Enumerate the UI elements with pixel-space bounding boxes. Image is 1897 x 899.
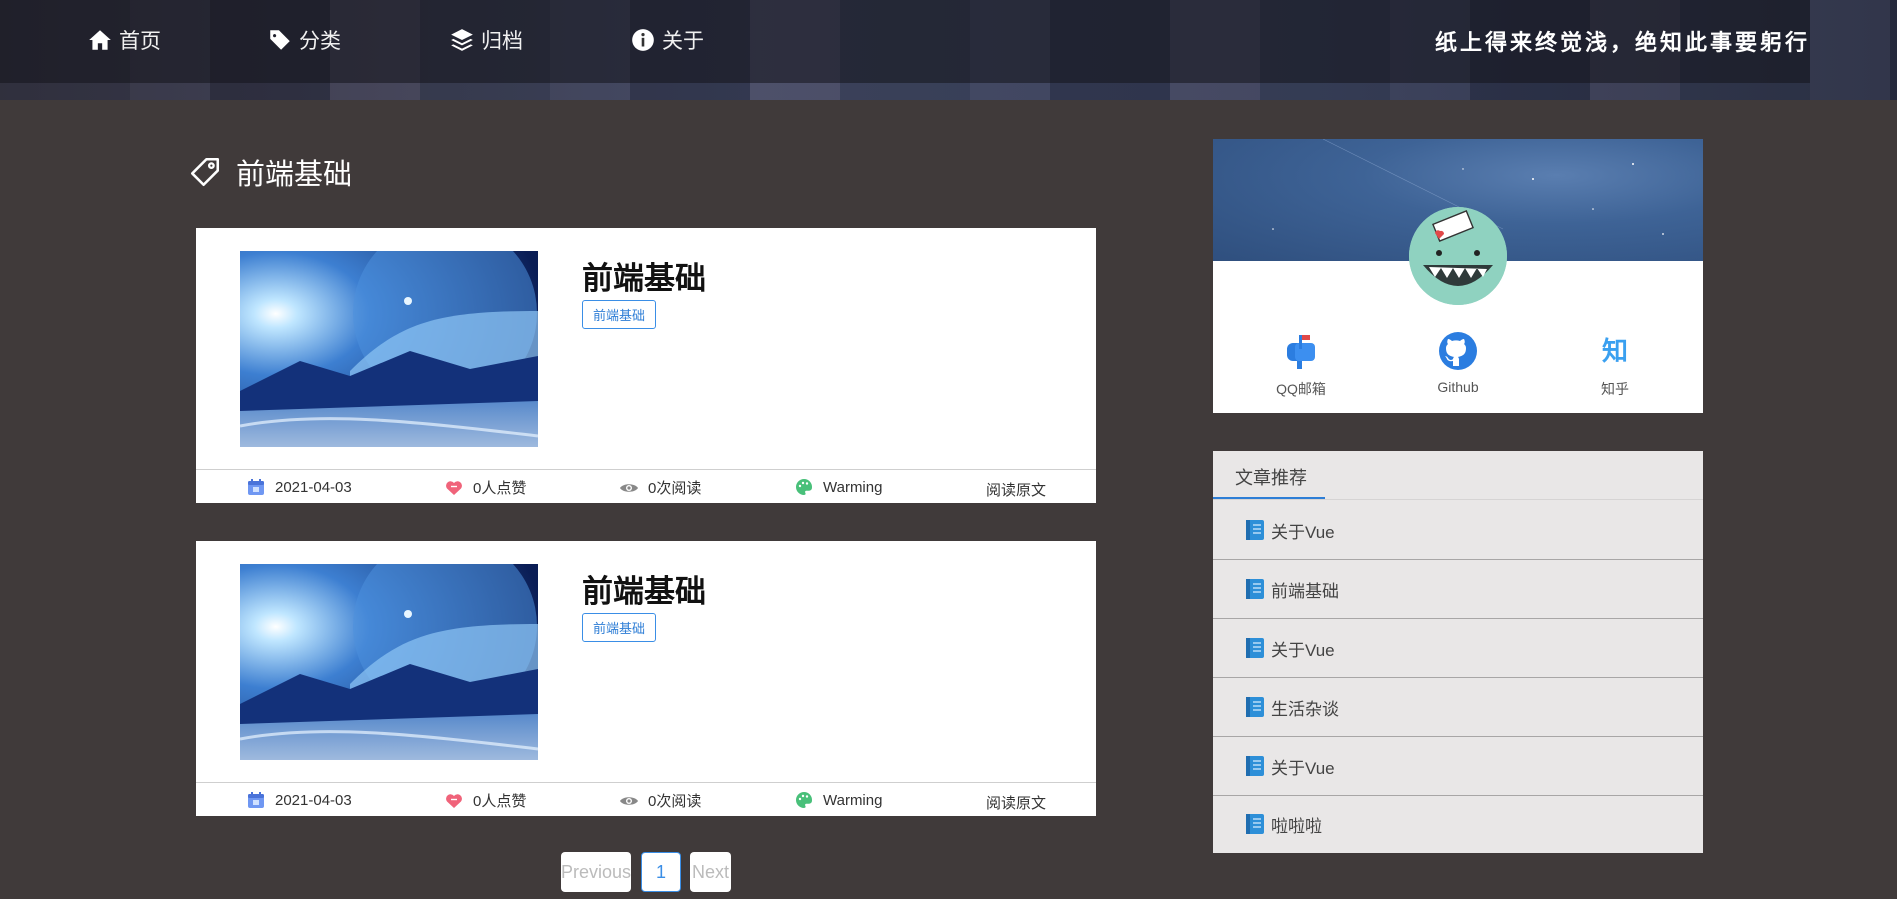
recommend-item[interactable]: 关于Vue bbox=[1213, 737, 1703, 796]
meta-likes[interactable]: 0人点赞 bbox=[444, 790, 526, 811]
meta-theme-text: Warming bbox=[823, 478, 883, 496]
palette-icon bbox=[796, 478, 813, 495]
recommend-item[interactable]: 关于Vue bbox=[1213, 501, 1703, 560]
social-github-label: Github bbox=[1437, 379, 1479, 395]
recommend-item[interactable]: 关于Vue bbox=[1213, 619, 1703, 678]
meta-views-text: 0次阅读 bbox=[648, 793, 702, 810]
nav-archive-label: 归档 bbox=[481, 30, 523, 53]
recommend-header: 文章推荐 bbox=[1213, 451, 1703, 500]
recommend-item-label: 啦啦啦 bbox=[1271, 816, 1322, 836]
recommend-item[interactable]: 啦啦啦 bbox=[1213, 795, 1703, 853]
nav-home-label: 首页 bbox=[119, 30, 161, 53]
article-card: 前端基础 前端基础 2021-04-03 0人点赞 0次阅读 Warming 阅… bbox=[196, 541, 1096, 816]
thumbnail-image bbox=[240, 564, 538, 760]
meta-views: 0次阅读 bbox=[619, 477, 701, 498]
book-icon bbox=[1246, 579, 1264, 599]
eye-icon bbox=[620, 796, 638, 805]
zhihu-icon: 知 bbox=[1602, 337, 1628, 367]
article-tag[interactable]: 前端基础 bbox=[582, 300, 657, 329]
article-thumbnail[interactable] bbox=[240, 564, 538, 760]
social-zhihu[interactable]: 知 知乎 bbox=[1565, 331, 1665, 399]
book-icon bbox=[1246, 756, 1264, 776]
recommend-item-label: 关于Vue bbox=[1271, 522, 1335, 542]
monster-avatar-icon bbox=[1409, 207, 1507, 305]
eye-icon bbox=[620, 483, 638, 492]
category-title: 前端基础 bbox=[188, 152, 352, 192]
recommend-item[interactable]: 前端基础 bbox=[1213, 560, 1703, 619]
thumbnail-image bbox=[240, 251, 538, 447]
header: 首页 分类 归档 关于 纸上得来终觉浅，绝知此事要躬行 bbox=[0, 0, 1897, 100]
layers-icon bbox=[451, 29, 473, 51]
recommend-item[interactable]: 生活杂谈 bbox=[1213, 678, 1703, 737]
palette-icon bbox=[796, 791, 813, 808]
pagination-next[interactable]: Next bbox=[690, 852, 731, 892]
meta-theme: Warming bbox=[794, 790, 882, 810]
calendar-icon bbox=[248, 792, 264, 808]
meta-likes-text: 0人点赞 bbox=[473, 793, 527, 810]
tag-icon bbox=[270, 30, 290, 50]
info-icon bbox=[632, 29, 654, 51]
read-more-link[interactable]: 阅读原文 bbox=[986, 479, 1046, 500]
recommend-item-label: 生活杂谈 bbox=[1271, 699, 1339, 719]
svg-text:知: 知 bbox=[1602, 337, 1628, 367]
meta-date: 2021-04-03 bbox=[246, 477, 352, 497]
recommend-item-label: 前端基础 bbox=[1271, 581, 1339, 601]
heart-icon bbox=[446, 480, 462, 495]
book-icon bbox=[1246, 697, 1264, 717]
pagination-page-1[interactable]: 1 bbox=[641, 852, 681, 892]
meta-likes-text: 0人点赞 bbox=[473, 480, 527, 497]
meta-theme: Warming bbox=[794, 477, 882, 497]
book-icon bbox=[1246, 814, 1264, 834]
home-icon bbox=[89, 30, 111, 50]
social-qqmail[interactable]: QQ邮箱 bbox=[1251, 331, 1351, 399]
meta-views-text: 0次阅读 bbox=[648, 480, 702, 497]
meta-date: 2021-04-03 bbox=[246, 790, 352, 810]
meta-theme-text: Warming bbox=[823, 791, 883, 809]
nav-about[interactable]: 关于 bbox=[630, 24, 704, 56]
article-thumbnail[interactable] bbox=[240, 251, 538, 447]
site-motto: 纸上得来终觉浅，绝知此事要躬行 bbox=[1434, 30, 1810, 56]
meta-date-text: 2021-04-03 bbox=[275, 478, 352, 496]
recommend-title: 文章推荐 bbox=[1235, 468, 1307, 488]
read-more-link[interactable]: 阅读原文 bbox=[986, 792, 1046, 813]
calendar-icon bbox=[248, 479, 264, 495]
article-meta: 2021-04-03 0人点赞 0次阅读 Warming 阅读原文 bbox=[196, 469, 1096, 504]
profile-card: QQ邮箱 Github 知 知乎 bbox=[1213, 139, 1703, 413]
meta-date-text: 2021-04-03 bbox=[275, 791, 352, 809]
avatar[interactable] bbox=[1409, 207, 1507, 305]
social-zhihu-label: 知乎 bbox=[1601, 381, 1629, 397]
category-title-text: 前端基础 bbox=[236, 159, 353, 191]
nav-about-label: 关于 bbox=[662, 30, 704, 53]
tag-outline-icon bbox=[190, 157, 220, 187]
recommend-item-label: 关于Vue bbox=[1271, 640, 1335, 660]
meta-views: 0次阅读 bbox=[619, 790, 701, 811]
meta-likes[interactable]: 0人点赞 bbox=[444, 477, 526, 498]
mailbox-icon bbox=[1287, 335, 1315, 369]
nav-category[interactable]: 分类 bbox=[267, 24, 341, 56]
nav-category-label: 分类 bbox=[299, 30, 341, 53]
social-github[interactable]: Github bbox=[1408, 331, 1508, 395]
nav-home[interactable]: 首页 bbox=[87, 24, 161, 56]
article-meta: 2021-04-03 0人点赞 0次阅读 Warming 阅读原文 bbox=[196, 782, 1096, 817]
github-icon bbox=[1439, 332, 1477, 370]
article-card: 前端基础 前端基础 2021-04-03 0人点赞 0次阅读 Warming 阅… bbox=[196, 228, 1096, 503]
heart-icon bbox=[446, 793, 462, 808]
social-qqmail-label: QQ邮箱 bbox=[1276, 381, 1326, 397]
book-icon bbox=[1246, 638, 1264, 658]
article-tag[interactable]: 前端基础 bbox=[582, 613, 657, 642]
recommend-item-label: 关于Vue bbox=[1271, 758, 1335, 778]
recommend-panel: 文章推荐 关于Vue 前端基础 关于Vue 生活杂谈 关于Vue 啦啦啦 bbox=[1213, 451, 1703, 853]
article-title[interactable]: 前端基础 bbox=[582, 253, 706, 298]
recommend-title-underline bbox=[1213, 497, 1325, 499]
pagination-previous[interactable]: Previous bbox=[561, 852, 631, 892]
nav-archive[interactable]: 归档 bbox=[449, 24, 523, 56]
article-title[interactable]: 前端基础 bbox=[582, 566, 706, 611]
book-icon bbox=[1246, 520, 1264, 540]
